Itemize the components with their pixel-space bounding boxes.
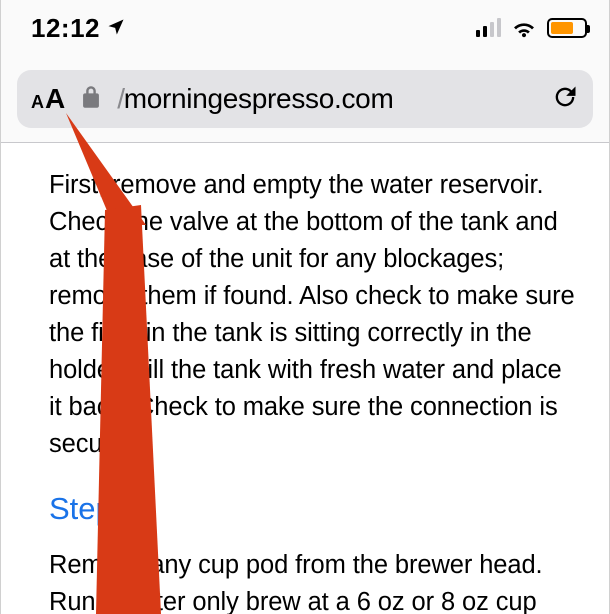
url-text[interactable]: /morningespresso.com xyxy=(117,83,535,115)
wifi-icon xyxy=(511,18,537,38)
status-right xyxy=(476,18,588,38)
url-bar[interactable]: A A /morningespresso.com xyxy=(17,70,593,128)
url-domain: morningespresso.com xyxy=(124,83,394,114)
location-arrow-icon xyxy=(106,13,126,44)
url-bar-container: A A /morningespresso.com xyxy=(1,56,609,142)
lock-icon xyxy=(81,85,101,114)
status-bar: 12:12 xyxy=(1,0,609,56)
aa-big: A xyxy=(45,83,65,115)
status-left: 12:12 xyxy=(31,13,126,44)
battery-icon xyxy=(547,18,587,38)
reload-icon[interactable] xyxy=(551,83,579,116)
status-time: 12:12 xyxy=(31,13,100,44)
cellular-signal-icon xyxy=(476,19,502,37)
text-size-button[interactable]: A A xyxy=(31,83,65,115)
paragraph-2: Remove any cup pod from the brewer head.… xyxy=(49,547,575,614)
aa-small: A xyxy=(31,92,44,113)
paragraph-1: First, remove and empty the water reserv… xyxy=(49,167,575,463)
page-content[interactable]: First, remove and empty the water reserv… xyxy=(1,143,609,614)
step-heading: Step 1 xyxy=(49,491,575,527)
